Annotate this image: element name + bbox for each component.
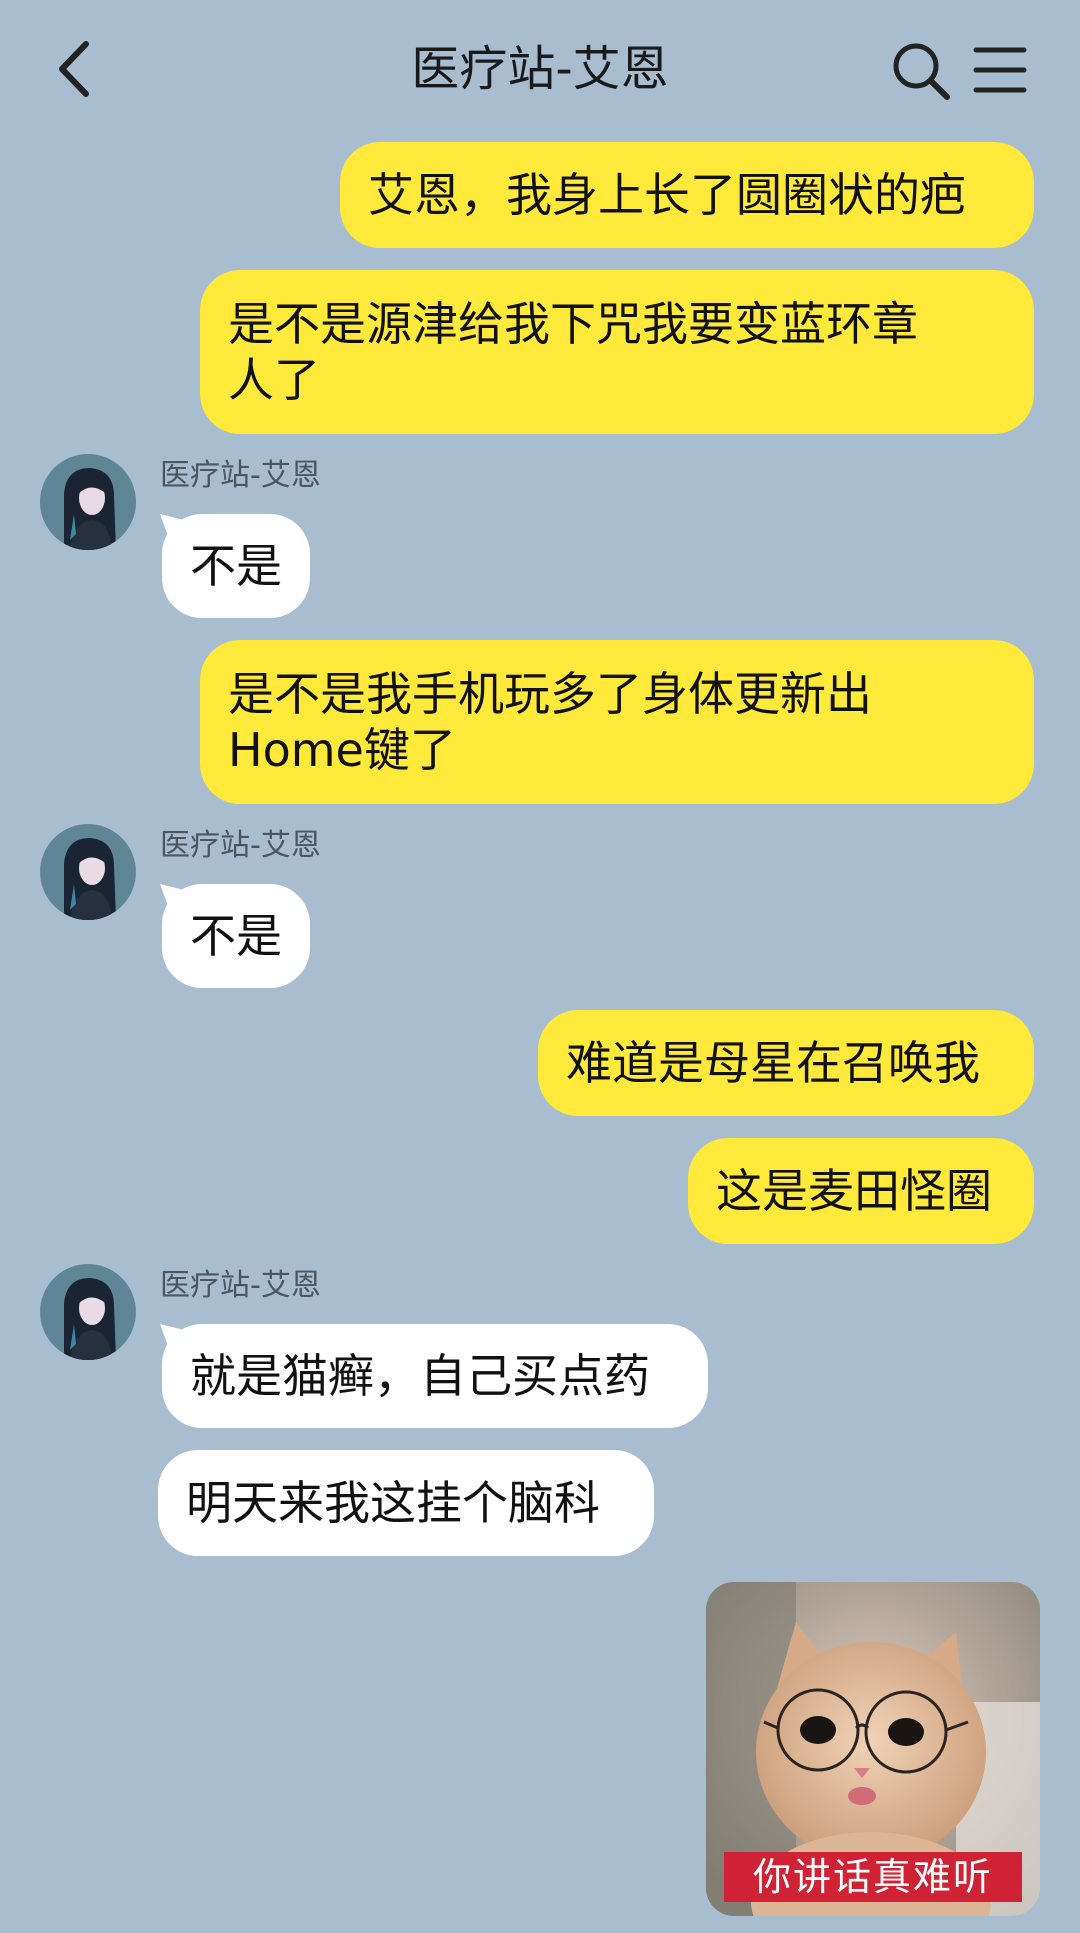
bubble-tail: [160, 1324, 184, 1346]
avatar-icon: [40, 454, 136, 550]
outgoing-message[interactable]: 艾恩，我身上长了圆圈状的疤: [340, 142, 1034, 248]
incoming-message[interactable]: 就是猫癣，自己买点药: [162, 1324, 708, 1428]
message-text-line: 人了: [228, 353, 320, 407]
message-text: 明天来我这挂个脑科: [186, 1476, 600, 1530]
message-text: 这是麦田怪圈: [716, 1164, 992, 1218]
message-text: 艾恩，我身上长了圆圈状的疤: [368, 168, 966, 222]
menu-button[interactable]: [972, 44, 1028, 96]
search-button[interactable]: [890, 40, 952, 102]
message-text: 就是猫癣，自己买点药: [190, 1349, 650, 1403]
chat-header: 医疗站-艾恩: [0, 0, 1080, 140]
avatar[interactable]: [40, 1264, 136, 1360]
avatar[interactable]: [40, 824, 136, 920]
bubble-tail: [160, 884, 184, 906]
incoming-message[interactable]: 不是: [162, 514, 310, 618]
sender-name: 医疗站-艾恩: [160, 828, 321, 863]
sender-name: 医疗站-艾恩: [160, 458, 321, 493]
outgoing-message[interactable]: 是不是源津给我下咒我要变蓝环章 人了: [200, 270, 1034, 434]
message-text-line: 是不是我手机玩多了身体更新出: [228, 667, 872, 721]
message-text-line: 是不是源津给我下咒我要变蓝环章: [228, 297, 918, 351]
outgoing-message[interactable]: 是不是我手机玩多了身体更新出 Home键了: [200, 640, 1034, 804]
menu-icon: [973, 47, 1027, 93]
avatar[interactable]: [40, 454, 136, 550]
sender-name: 医疗站-艾恩: [160, 1268, 321, 1303]
message-text: 不是: [190, 909, 282, 963]
avatar-icon: [40, 824, 136, 920]
bubble-tail: [160, 514, 184, 536]
message-text-line: Home键了: [228, 723, 456, 777]
message-text: 不是: [190, 539, 282, 593]
sticker-image[interactable]: 你讲话真难听: [706, 1582, 1040, 1916]
message-text: 难道是母星在召唤我: [566, 1036, 980, 1090]
sticker-caption: 你讲话真难听: [724, 1852, 1022, 1902]
incoming-message[interactable]: 不是: [162, 884, 310, 988]
search-icon: [893, 43, 950, 100]
avatar-icon: [40, 1264, 136, 1360]
outgoing-message[interactable]: 这是麦田怪圈: [688, 1138, 1034, 1244]
outgoing-message[interactable]: 难道是母星在召唤我: [538, 1010, 1034, 1116]
incoming-message[interactable]: 明天来我这挂个脑科: [158, 1450, 654, 1556]
